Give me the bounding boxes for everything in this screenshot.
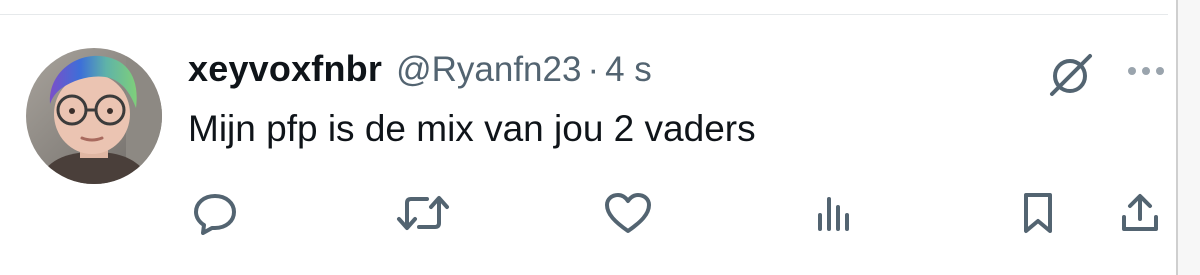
share-icon[interactable]	[1116, 190, 1164, 236]
more-icon[interactable]	[1122, 56, 1170, 86]
top-divider	[0, 14, 1168, 15]
grok-icon[interactable]	[1044, 48, 1100, 100]
avatar[interactable]	[26, 48, 162, 184]
bookmark-icon[interactable]	[1018, 190, 1058, 236]
views-icon[interactable]	[812, 192, 856, 234]
separator-dot: ·	[587, 50, 600, 89]
tweet-header: xeyvoxfnbr @Ryanfn23 · 4 s	[188, 48, 652, 98]
display-name[interactable]: xeyvoxfnbr	[188, 48, 382, 90]
tweet-text: Mijn pfp is de mix van jou 2 vaders	[188, 108, 756, 149]
scrollbar-edge[interactable]	[1176, 0, 1200, 275]
retweet-icon[interactable]	[394, 190, 452, 236]
reply-icon[interactable]	[190, 190, 240, 236]
timestamp[interactable]: 4 s	[605, 50, 652, 90]
like-icon[interactable]	[602, 190, 654, 236]
user-handle[interactable]: @Ryanfn23	[396, 50, 581, 90]
